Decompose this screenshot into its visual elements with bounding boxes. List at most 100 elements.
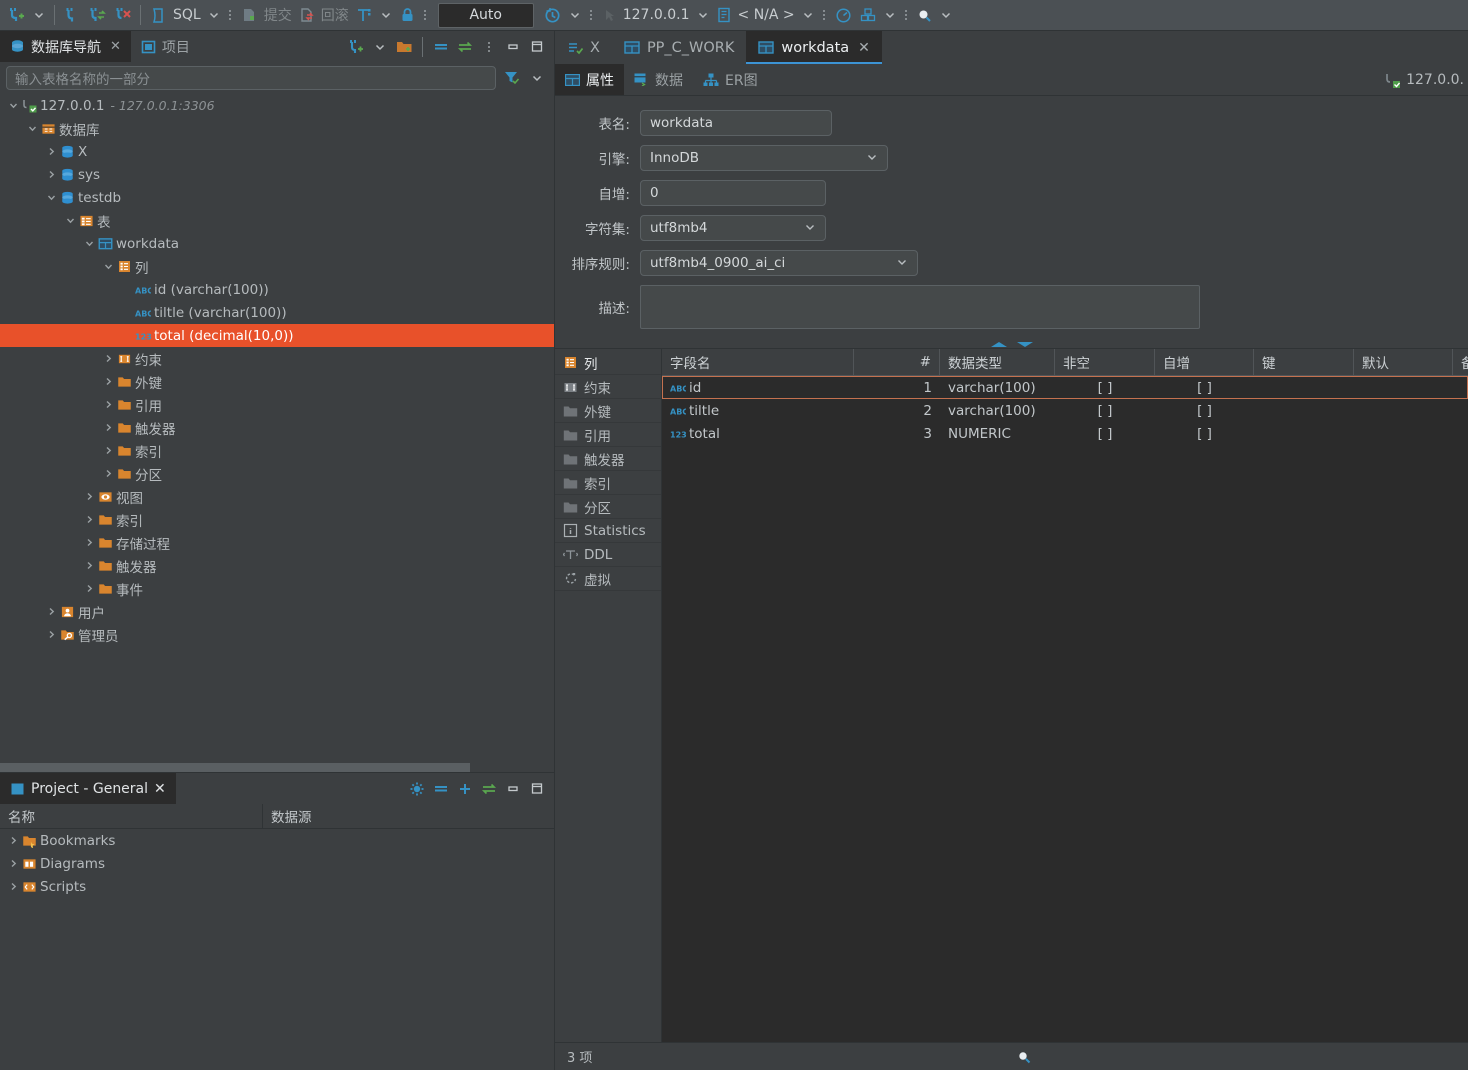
tree-twisty-right-icon[interactable]	[101, 377, 115, 386]
host-chevron-down-icon[interactable]	[693, 3, 713, 28]
active-host-label[interactable]: 127.0.0.1	[620, 3, 693, 28]
grid-header-field-name[interactable]: 字段名	[662, 349, 854, 375]
description-textarea[interactable]	[640, 285, 1200, 329]
tab-project-general-close-icon[interactable]: ✕	[154, 781, 166, 797]
tree-twisty-right-icon[interactable]	[101, 354, 115, 363]
tree-node-13[interactable]: 引用	[0, 393, 554, 416]
subtab-properties[interactable]: 属性	[555, 64, 624, 95]
tab-pp-c-work[interactable]: PP_C_WORK	[612, 31, 746, 64]
tree-twisty-right-icon[interactable]	[82, 584, 96, 593]
new-connection-icon-panel[interactable]	[345, 36, 367, 58]
grid-header-auto-increment[interactable]: 自增	[1155, 349, 1254, 375]
table-row[interactable]: ABC id 1 varchar(100)[ ][ ]	[662, 376, 1468, 399]
maximize-project-panel-icon[interactable]	[526, 778, 548, 800]
object-type-list[interactable]: 列约束 外键 引用 触发器 索引 分区 Statistics DDL 虚拟	[555, 349, 662, 1042]
tree-twisty-right-icon[interactable]	[101, 423, 115, 432]
collapse-all-icon[interactable]	[430, 36, 452, 58]
project-column-name[interactable]: 名称	[0, 804, 263, 828]
tree-node-7[interactable]: 列	[0, 255, 554, 278]
object-type-3[interactable]: 引用	[555, 423, 661, 447]
subtab-er-diagram[interactable]: ER图	[693, 64, 768, 95]
new-connection-icon[interactable]	[4, 3, 29, 28]
sql-editor-icon[interactable]	[146, 3, 170, 28]
tree-node-21[interactable]: 事件	[0, 577, 554, 600]
cell-data-type[interactable]: varchar(100)	[940, 399, 1055, 422]
project-twisty-right-icon[interactable]	[6, 882, 20, 891]
tree-horizontal-scrollbar[interactable]	[0, 763, 554, 772]
tree-node-3[interactable]: sys	[0, 163, 554, 186]
tree-twisty-right-icon[interactable]	[82, 538, 96, 547]
subtab-data[interactable]: 数据	[624, 64, 693, 95]
object-type-9[interactable]: 虚拟	[555, 567, 661, 591]
package-icon[interactable]	[856, 3, 880, 28]
auto-commit-button[interactable]: Auto	[437, 2, 534, 28]
collapse-all-project-icon[interactable]	[430, 778, 452, 800]
tree-twisty-down-icon[interactable]	[44, 193, 58, 202]
tab-project[interactable]: 项目	[131, 31, 200, 62]
tree-node-5[interactable]: 表	[0, 209, 554, 232]
cell-auto-increment[interactable]: [ ]	[1155, 422, 1254, 445]
new-folder-icon[interactable]	[393, 36, 415, 58]
project-row-1[interactable]: Diagrams	[0, 852, 554, 875]
minimize-panel-icon[interactable]	[502, 36, 524, 58]
lock-icon[interactable]	[396, 3, 419, 28]
tab-project-general[interactable]: Project - General ✕	[0, 773, 176, 804]
grid-header-default[interactable]: 默认	[1354, 349, 1453, 375]
tree-node-11[interactable]: 约束	[0, 347, 554, 370]
tree-node-17[interactable]: 视图	[0, 485, 554, 508]
tree-twisty-right-icon[interactable]	[82, 492, 96, 501]
charset-select[interactable]: utf8mb4	[640, 215, 826, 241]
status-search-icon[interactable]	[592, 1049, 1456, 1064]
filter-icon[interactable]	[500, 67, 522, 89]
cell-not-null[interactable]: [ ]	[1055, 376, 1155, 399]
tree-node-9[interactable]: ABC tiltle (varchar(100))	[0, 301, 554, 324]
link-project-icon[interactable]	[478, 778, 500, 800]
table-row[interactable]: 123 total 3 NUMERIC[ ][ ]	[662, 422, 1468, 445]
grid-header-key[interactable]: 键	[1254, 349, 1354, 375]
toolbar-overflow-dots-5[interactable]	[902, 5, 911, 25]
tab-workdata-close-icon[interactable]: ✕	[858, 40, 870, 56]
tree-node-6[interactable]: workdata	[0, 232, 554, 255]
disconnect-icon[interactable]	[110, 3, 135, 28]
reconnect-icon[interactable]	[84, 3, 110, 28]
cell-key[interactable]	[1254, 399, 1354, 422]
tree-twisty-right-icon[interactable]	[101, 446, 115, 455]
rollback-icon[interactable]	[295, 3, 318, 28]
cell-ordinal[interactable]: 2	[854, 399, 940, 422]
tab-database-navigator-close-icon[interactable]: ✕	[110, 39, 121, 54]
tree-node-14[interactable]: 触发器	[0, 416, 554, 439]
cell-default[interactable]	[1354, 422, 1453, 445]
tab-sql-console-x[interactable]: X	[555, 31, 612, 64]
tree-node-8[interactable]: ABC id (varchar(100))	[0, 278, 554, 301]
tab-workdata[interactable]: workdata ✕	[746, 31, 883, 64]
project-row-0[interactable]: Bookmarks	[0, 829, 554, 852]
transaction-mode-chevron-down-icon[interactable]	[376, 3, 396, 28]
tree-node-1[interactable]: 数据库	[0, 117, 554, 140]
tree-node-12[interactable]: 外键	[0, 370, 554, 393]
tree-twisty-down-icon[interactable]	[6, 101, 20, 110]
history-chevron-down-icon[interactable]	[565, 3, 585, 28]
object-type-5[interactable]: 索引	[555, 471, 661, 495]
table-row[interactable]: ABC tiltle 2 varchar(100)[ ][ ]	[662, 399, 1468, 422]
cell-ordinal[interactable]: 1	[854, 376, 940, 399]
tab-database-navigator[interactable]: 数据库导航 ✕	[0, 31, 131, 62]
toolbar-overflow-dots-2[interactable]	[421, 5, 430, 25]
tree-twisty-right-icon[interactable]	[44, 607, 58, 616]
cell-key[interactable]	[1254, 376, 1354, 399]
object-type-8[interactable]: DDL	[555, 543, 661, 567]
project-twisty-right-icon[interactable]	[6, 859, 20, 868]
project-twisty-right-icon[interactable]	[6, 836, 20, 845]
sql-dropdown-chevron-down-icon[interactable]	[204, 3, 224, 28]
tree-node-20[interactable]: 触发器	[0, 554, 554, 577]
tree-twisty-right-icon[interactable]	[101, 469, 115, 478]
cell-data-type[interactable]: NUMERIC	[940, 422, 1055, 445]
connect-icon[interactable]	[60, 3, 84, 28]
tree-twisty-right-icon[interactable]	[44, 147, 58, 156]
cell-field-name[interactable]: ABC tiltle	[662, 399, 854, 422]
tree-node-22[interactable]: 用户	[0, 600, 554, 623]
cell-key[interactable]	[1254, 422, 1354, 445]
table-name-input[interactable]: workdata	[640, 110, 832, 136]
object-type-7[interactable]: Statistics	[555, 519, 661, 543]
cell-default[interactable]	[1354, 376, 1453, 399]
history-icon[interactable]	[540, 3, 565, 28]
